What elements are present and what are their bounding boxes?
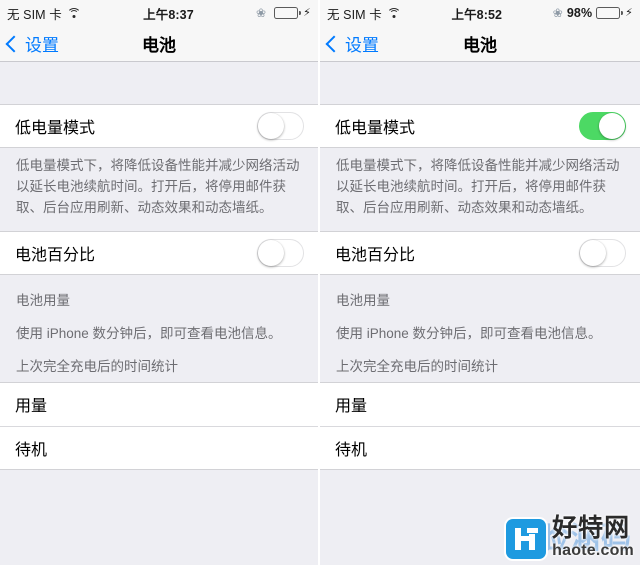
phone-screen-left: 无 SIM 卡 上午8:37 ❀ ⚡ 设置 电池 低电量模式 低电量模式下，将降…	[0, 0, 320, 565]
chevron-left-icon	[5, 35, 23, 52]
watermark-site-url: haote.com	[552, 542, 634, 559]
battery-percentage-label: 电池百分比	[15, 246, 96, 264]
carrier-label: 无 SIM 卡	[7, 7, 62, 22]
status-bar-left: 无 SIM 卡	[327, 4, 401, 23]
usage-label: 用量	[335, 398, 368, 416]
back-button[interactable]: 设置	[320, 31, 379, 56]
section-spacer-top	[0, 62, 318, 104]
status-bar-clock: 上午8:52	[451, 7, 503, 22]
status-bar: 无 SIM 卡 上午8:37 ❀ ⚡	[0, 0, 318, 26]
low-power-mode-label: 低电量模式	[15, 120, 96, 137]
status-bar-right: ❀ 98% ⚡	[553, 6, 633, 20]
haote-logo-icon	[506, 519, 547, 559]
back-button-label: 设置	[345, 36, 379, 55]
battery-stats-heading: 上次完全充电后的时间统计	[336, 359, 498, 375]
low-power-mode-row[interactable]: 低电量模式	[320, 104, 640, 148]
status-bar-clock: 上午8:37	[143, 7, 194, 22]
low-power-mode-row[interactable]: 低电量模式	[0, 104, 318, 148]
battery-icon	[596, 7, 623, 19]
usage-label: 用量	[15, 398, 48, 416]
status-bar-left: 无 SIM 卡	[7, 4, 81, 23]
standby-row[interactable]: 待机	[0, 425, 318, 469]
battery-percentage-toggle[interactable]	[579, 238, 626, 267]
low-power-mode-description: 低电量模式下，将降低设备性能并减少网络活动以延长电池续航时间。打开后，将停用邮件…	[0, 148, 318, 231]
wifi-icon	[386, 7, 401, 19]
bluetooth-icon: ❀	[256, 6, 267, 20]
battery-stats-group: 用量 待机	[0, 381, 318, 470]
phone-screen-right: 无 SIM 卡 上午8:52 ❀ 98% ⚡ 设置 电池 低电量模式 低电量模式…	[320, 0, 640, 565]
usage-row[interactable]: 用量	[0, 382, 318, 426]
standby-label: 待机	[15, 441, 48, 459]
watermark-site-name: 好特网	[552, 514, 631, 542]
battery-percentage-row[interactable]: 电池百分比	[0, 230, 318, 275]
status-bar-right: ❀ ⚡	[256, 7, 311, 19]
back-button[interactable]: 设置	[0, 31, 59, 56]
settings-content: 低电量模式 低电量模式下，将降低设备性能并减少网络活动以延长电池续航时间。打开后…	[320, 62, 640, 552]
battery-usage-heading: 电池用量	[336, 292, 390, 308]
battery-stats-heading: 上次完全充电后的时间统计	[16, 359, 178, 375]
battery-percentage-row[interactable]: 电池百分比	[320, 230, 640, 275]
battery-percent-label: 98%	[566, 6, 593, 20]
low-power-mode-description: 低电量模式下，将降低设备性能并减少网络活动以延长电池续航时间。打开后，将停用邮件…	[320, 148, 640, 231]
site-watermark: 好特网 haote.com	[506, 516, 634, 559]
low-power-mode-toggle[interactable]	[257, 112, 304, 140]
battery-usage-info: 电池用量 使用 iPhone 数分钟后，即可查看电池信息。 上次完全充电后的时间…	[0, 274, 318, 382]
low-power-mode-label: 低电量模式	[335, 120, 416, 137]
wifi-icon	[66, 7, 81, 19]
battery-usage-message: 使用 iPhone 数分钟后，即可查看电池信息。	[16, 326, 282, 342]
battery-usage-info: 电池用量 使用 iPhone 数分钟后，即可查看电池信息。 上次完全充电后的时间…	[320, 274, 640, 382]
bluetooth-icon: ❀	[552, 6, 563, 20]
toggle-knob	[258, 239, 284, 266]
standby-row[interactable]: 待机	[320, 425, 640, 469]
standby-label: 待机	[335, 441, 368, 459]
battery-icon	[274, 7, 301, 19]
toggle-knob	[258, 113, 284, 139]
navigation-bar: 设置 电池	[0, 26, 318, 62]
dual-screenshot-container: 无 SIM 卡 上午8:37 ❀ ⚡ 设置 电池 低电量模式 低电量模式下，将降…	[0, 0, 640, 565]
chevron-left-icon	[325, 35, 343, 52]
battery-stats-group: 用量 待机	[320, 381, 640, 470]
battery-percentage-label: 电池百分比	[335, 246, 416, 264]
carrier-label: 无 SIM 卡	[327, 7, 382, 22]
bottom-spacer	[0, 469, 318, 552]
section-spacer-top	[320, 62, 640, 104]
back-button-label: 设置	[25, 36, 59, 55]
battery-usage-heading: 电池用量	[16, 292, 70, 308]
navigation-bar: 设置 电池	[320, 26, 640, 62]
low-power-mode-toggle[interactable]	[579, 112, 626, 140]
lightning-bolt-icon: ⚡	[625, 6, 633, 19]
status-bar: 无 SIM 卡 上午8:52 ❀ 98% ⚡	[320, 0, 640, 26]
battery-percentage-toggle[interactable]	[257, 238, 304, 267]
lightning-bolt-icon: ⚡	[303, 6, 311, 19]
usage-row[interactable]: 用量	[320, 382, 640, 426]
watermark-text: 好特网 haote.com	[552, 516, 634, 559]
toggle-knob	[580, 239, 606, 266]
settings-content: 低电量模式 低电量模式下，将降低设备性能并减少网络活动以延长电池续航时间。打开后…	[0, 62, 318, 552]
battery-usage-message: 使用 iPhone 数分钟后，即可查看电池信息。	[336, 326, 602, 342]
toggle-knob	[599, 113, 625, 139]
